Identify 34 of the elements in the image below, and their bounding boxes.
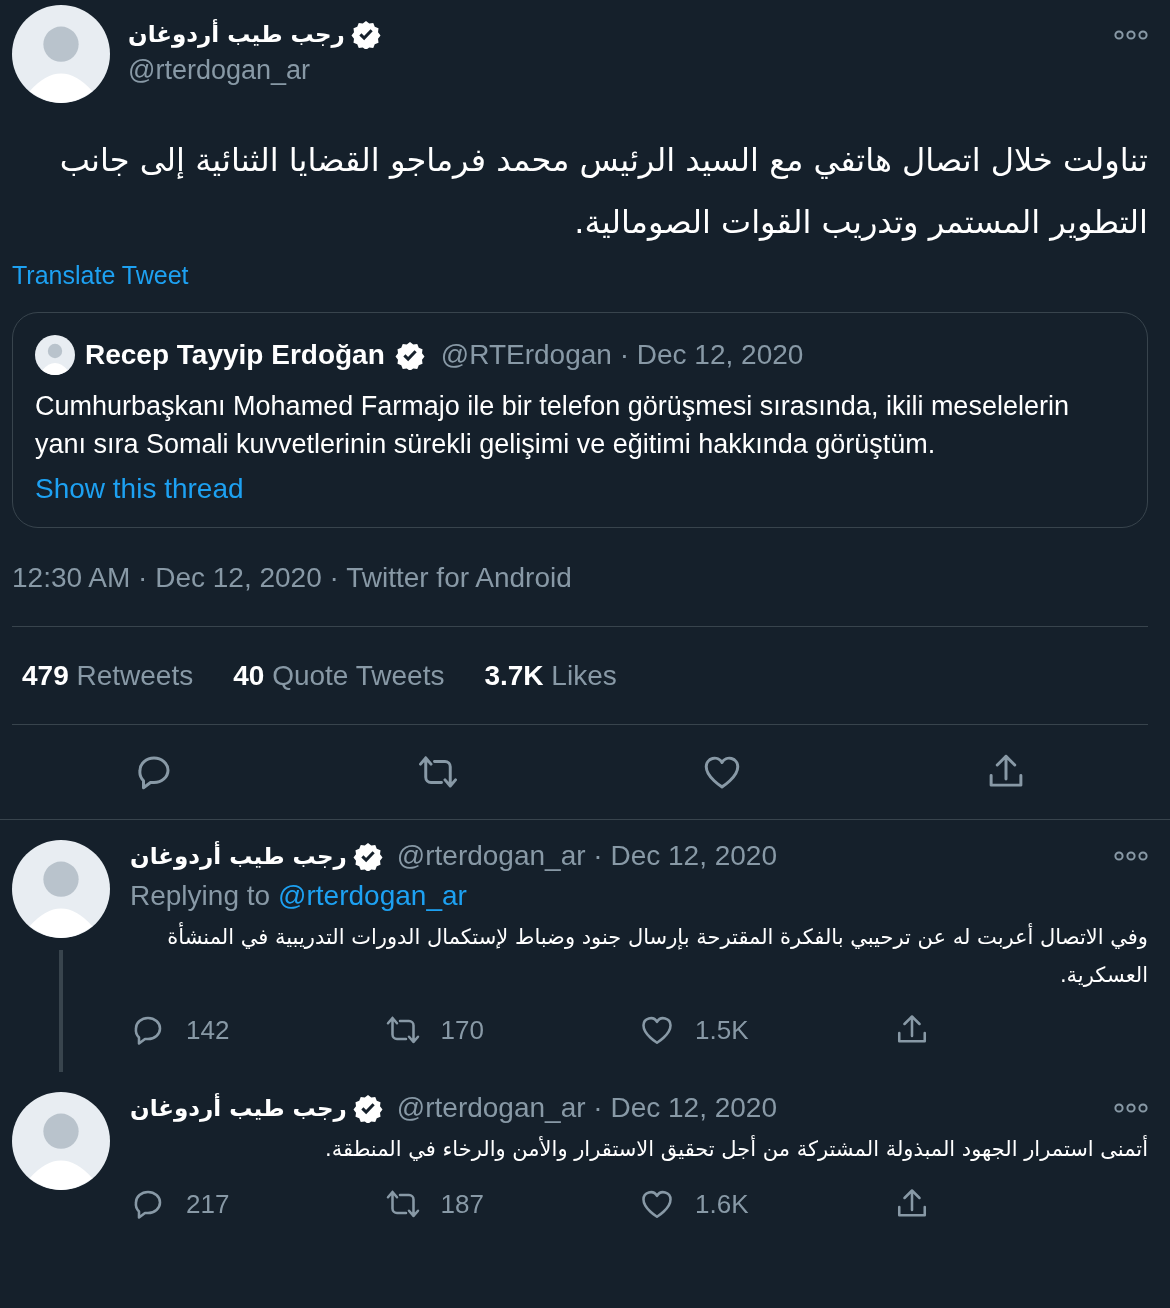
avatar-icon[interactable] <box>12 840 110 938</box>
author-name[interactable]: رجب طيب أردوغان <box>130 843 347 869</box>
like-count: 1.5K <box>695 1014 749 1046</box>
stat-link[interactable]: 3.7K Likes <box>484 660 617 692</box>
handle-date: @rterdogan_ar · Dec 12, 2020 <box>396 1092 777 1124</box>
avatar-icon[interactable] <box>12 1092 110 1190</box>
author-name[interactable]: رجب طيب أردوغان <box>130 1095 347 1121</box>
reply-text: وفي الاتصال أعربت له عن ترحيبي بالفكرة المقترحة بإرسال جنود وضباط لإستكمال الدورات التدريبية في المنشأة العسكرية. <box>130 918 1148 994</box>
quoted-tweet[interactable] <box>12 312 1148 528</box>
retweet-count: 187 <box>440 1188 484 1220</box>
more-icon[interactable] <box>1114 850 1148 862</box>
show-thread-link[interactable]: Show this thread <box>35 473 244 505</box>
handle-date: @RTErdogan · Dec 12, 2020 <box>440 339 804 371</box>
more-icon[interactable] <box>1114 1102 1148 1114</box>
like-count: 1.6K <box>695 1188 749 1220</box>
author-name: Recep Tayyip Erdoğan <box>85 339 385 371</box>
author-handle[interactable]: @rterdogan_ar <box>128 55 381 86</box>
stat-link[interactable]: 479 Retweets <box>22 660 194 692</box>
tweet-text: تناولت خلال اتصال هاتفي مع السيد الرئيس محمد فرماجو القضايا الثنائية إلى جانب التطوير المستمر وتدريب القوات الصومالية. <box>58 140 1148 243</box>
reply-text: أتمنى استمرار الجهود المبذولة المشتركة من أجل تحقيق الاستقرار والأمن والرخاء في المنطقة. <box>324 1134 1148 1163</box>
more-icon[interactable] <box>1114 29 1148 41</box>
handle-date: @rterdogan_ar · Dec 12, 2020 <box>396 840 777 872</box>
replying-label: Replying to <box>130 880 271 912</box>
author-name[interactable]: رجب طيب أردوغان <box>128 21 345 47</box>
stat-link[interactable]: 40 Quote Tweets <box>233 660 445 692</box>
quoted-text: Cumhurbaşkanı Mohamed Farmajo ile bir telefon görüşmesi sırasında, ikili meselelerin yanı sıra Somali kuvvetlerinin sürekli gelişimi ve eğitimi hakkında görüştüm. <box>35 390 1070 461</box>
retweet-count: 170 <box>440 1014 484 1046</box>
avatar-icon[interactable] <box>12 5 110 103</box>
reply-count: 217 <box>186 1188 230 1220</box>
mention-link[interactable]: @rterdogan_ar <box>278 880 467 912</box>
translate-link[interactable]: Translate Tweet <box>12 261 189 290</box>
reply-count: 142 <box>186 1014 230 1046</box>
avatar-icon <box>35 335 75 375</box>
tweet-timestamp: 12:30 AM · Dec 12, 2020 · Twitter for Android <box>12 562 1148 627</box>
